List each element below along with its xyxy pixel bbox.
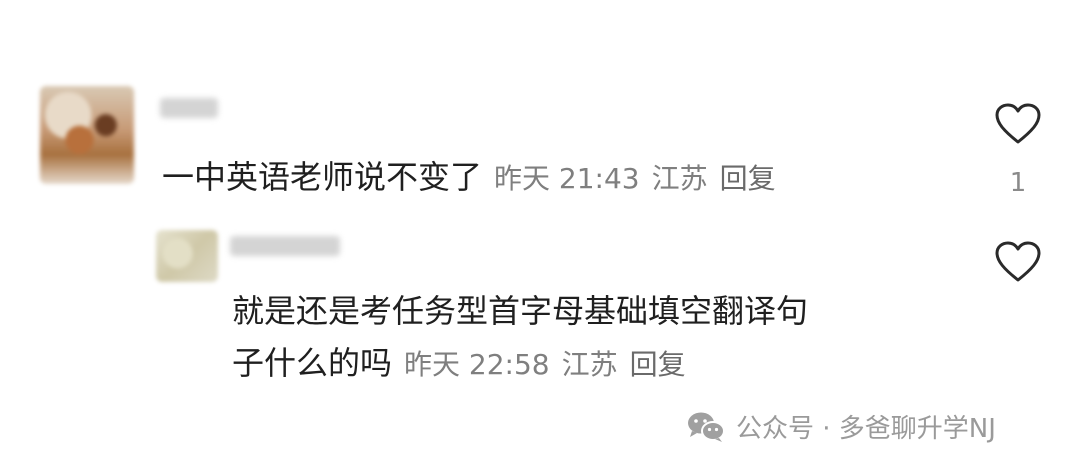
heart-outline-icon[interactable] <box>994 102 1042 146</box>
comment-section: 一中英语老师说不变了 昨天 21:43 江苏 回复 1 就是还是考任务型首字母基础填空… <box>0 0 1080 468</box>
wechat-icon <box>688 412 725 442</box>
reply-text: 就是还是考任务型首字母基础填空翻译句 <box>232 292 809 330</box>
comment-text: 一中英语老师说不变了 <box>162 158 483 196</box>
reply-text-continued: 子什么的吗 <box>232 344 393 382</box>
like-control: 1 <box>988 102 1048 198</box>
comment-time: 昨天 21:43 <box>494 162 640 195</box>
heart-outline-icon[interactable] <box>994 240 1042 284</box>
like-count: 1 <box>1009 168 1027 198</box>
comment-location: 江苏 <box>651 162 708 195</box>
watermark-text: 公众号 · 多爸聊升学NJ <box>736 414 996 444</box>
watermark: 公众号 · 多爸聊升学NJ <box>686 408 996 445</box>
reply-reply-button[interactable]: 回复 <box>630 348 686 381</box>
reply-username-blurred[interactable] <box>230 236 340 256</box>
reply-like-control <box>988 240 1048 284</box>
avatar[interactable] <box>40 86 134 184</box>
reply-time: 昨天 22:58 <box>404 348 550 381</box>
comment-row: 一中英语老师说不变了 昨天 21:43 江苏 回复 <box>162 152 776 198</box>
reply-text-line-1: 就是还是考任务型首字母基础填空翻译句 <box>232 286 808 332</box>
reply-row: 子什么的吗 昨天 22:58 江苏 回复 <box>232 338 686 384</box>
username-blurred[interactable] <box>160 98 218 118</box>
reply-avatar[interactable] <box>156 230 218 282</box>
reply-button[interactable]: 回复 <box>720 162 776 195</box>
reply-location: 江苏 <box>561 348 618 381</box>
